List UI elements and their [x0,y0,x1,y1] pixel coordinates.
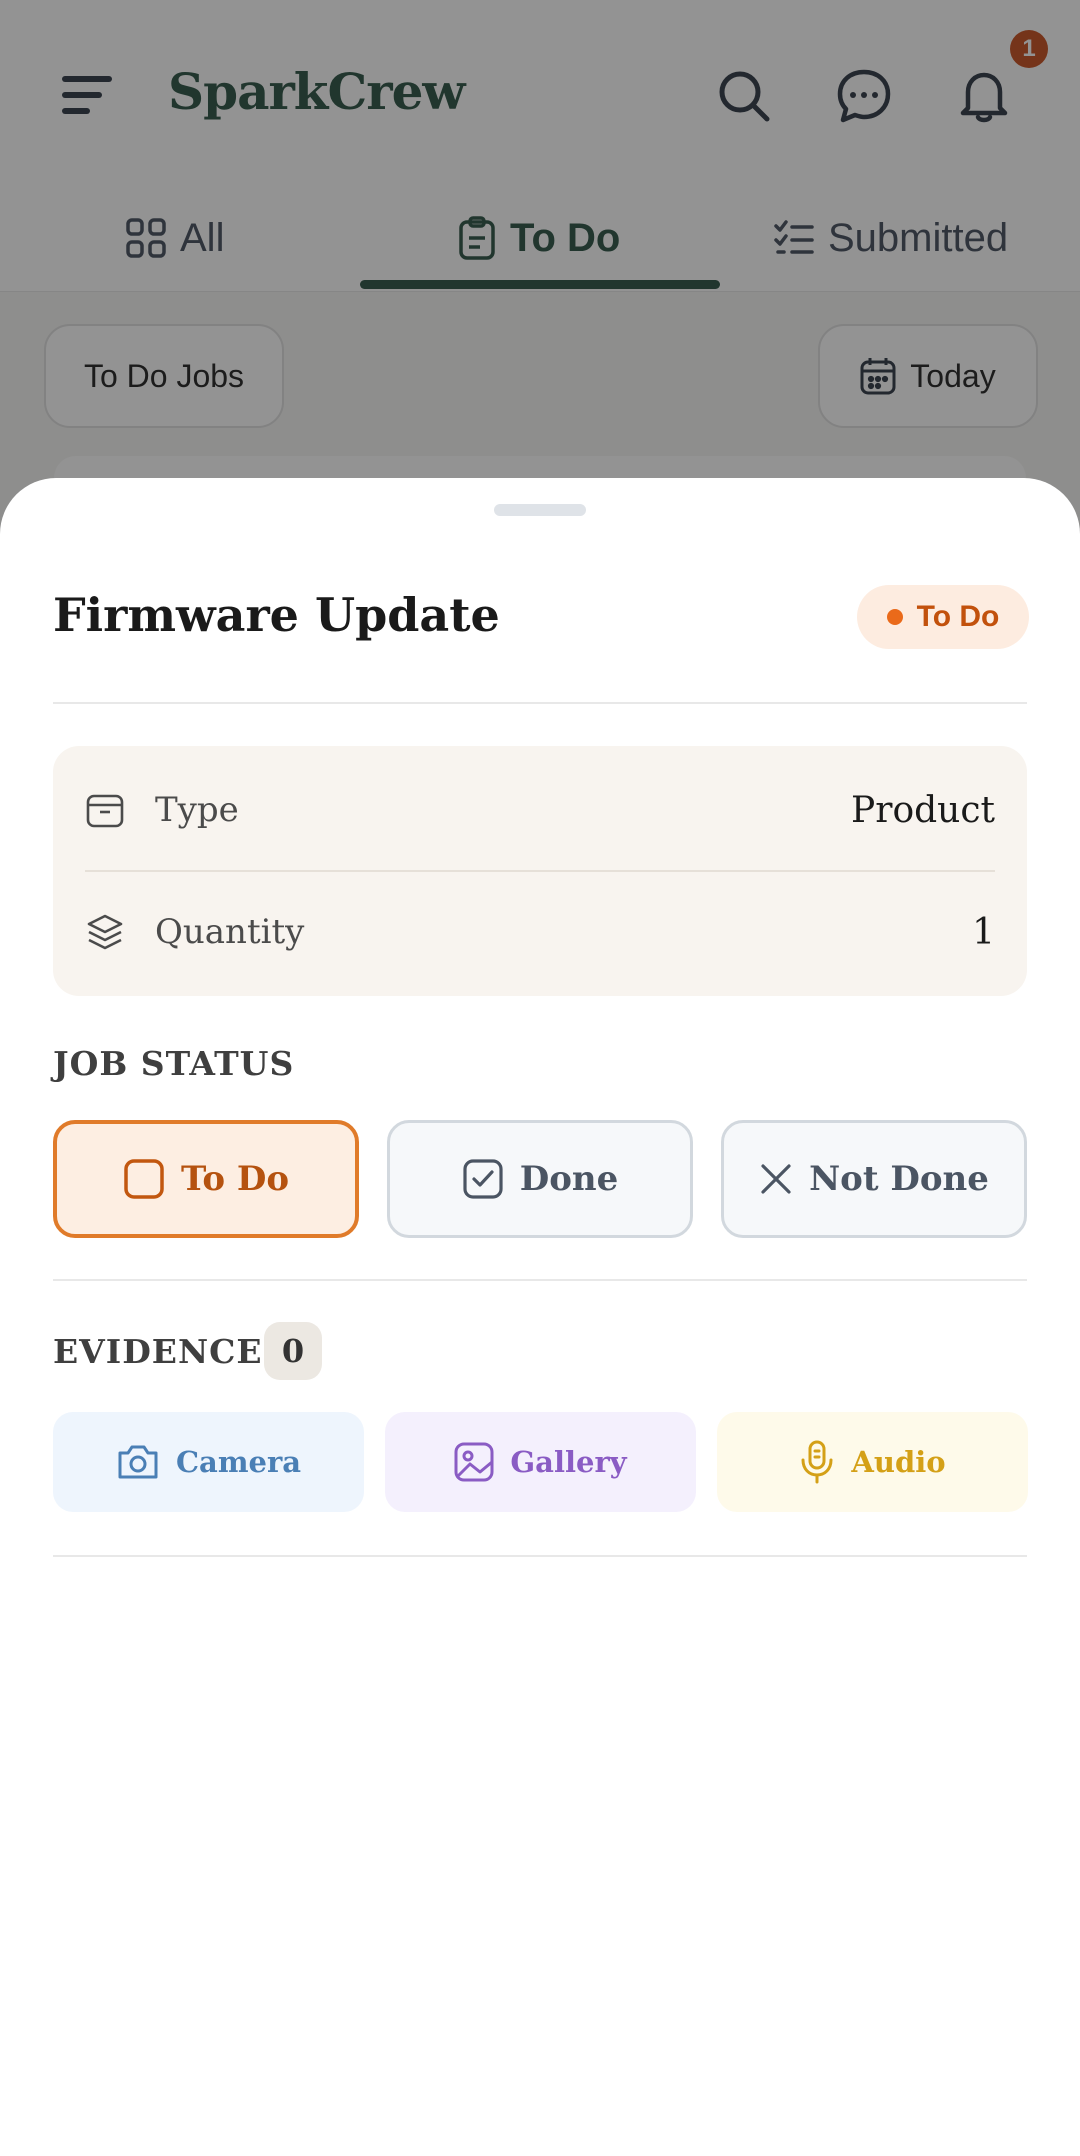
status-option-to-do[interactable]: To Do [53,1120,359,1238]
job-detail-sheet: Firmware Update To Do Type Product Quant… [0,478,1080,2156]
job-title: Firmware Update [53,588,500,642]
status-option-not-done-label: Not Done [809,1159,989,1199]
image-icon [454,1442,494,1482]
info-row-quantity: Quantity 1 [85,884,995,980]
job-status-heading: JOB STATUS [53,1044,295,1083]
job-info-card: Type Product Quantity 1 [53,746,1027,996]
status-option-done-label: Done [519,1159,619,1199]
job-status-badge-label: To Do [916,600,1000,633]
check-square-icon [463,1159,503,1199]
evidence-heading: EVIDENCE [53,1332,263,1371]
evidence-audio-label: Audio [851,1445,946,1479]
info-type-label: Type [155,790,239,830]
evidence-gallery-button[interactable]: Gallery [385,1412,696,1512]
evidence-audio-button[interactable]: Audio [717,1412,1028,1512]
camera-icon [118,1445,158,1479]
square-icon [124,1159,164,1199]
microphone-icon [801,1440,833,1484]
evidence-camera-label: Camera [175,1445,302,1479]
job-status-badge: To Do [857,585,1029,649]
evidence-gallery-label: Gallery [510,1445,627,1479]
sheet-drag-handle[interactable] [494,504,586,516]
evidence-count-badge: 0 [264,1322,322,1380]
status-option-not-done[interactable]: Not Done [721,1120,1027,1238]
layers-icon [85,912,125,952]
info-quantity-value: 1 [972,911,995,953]
status-dot [886,609,903,625]
evidence-camera-button[interactable]: Camera [53,1412,364,1512]
box-icon [85,790,125,830]
x-icon [761,1164,791,1194]
evidence-divider [53,1555,1027,1557]
status-option-to-do-label: To Do [180,1159,290,1199]
status-option-done[interactable]: Done [387,1120,693,1238]
info-type-value: Product [851,789,995,831]
info-separator [85,870,995,872]
info-row-type: Type Product [85,762,995,858]
info-quantity-label: Quantity [155,912,305,952]
title-divider [53,702,1027,704]
status-divider [53,1279,1027,1281]
